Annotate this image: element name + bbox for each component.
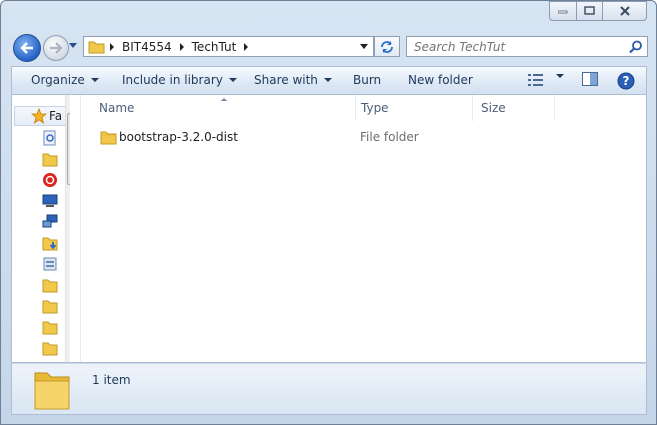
close-icon [619,5,630,16]
share-with-label: Share with [254,73,318,87]
organize-label: Organize [31,73,85,87]
breadcrumb-separator-icon[interactable] [110,42,114,51]
search-icon[interactable] [629,40,643,54]
back-arrow-icon [20,42,33,54]
breadcrumb-separator-icon[interactable] [179,42,184,51]
file-list: Name Type Size bootstrap-3.2.0-dist File… [81,95,646,362]
downloads-folder-icon[interactable] [42,235,58,251]
desktop-icon[interactable] [42,193,58,209]
favorites-item[interactable]: Fa [14,106,70,126]
chevron-down-icon [323,78,332,82]
details-pane: 1 item [11,363,647,415]
search-input[interactable] [407,37,624,56]
new-folder-label: New folder [408,73,473,87]
chevron-down-icon [90,78,99,82]
breadcrumb-bit4554[interactable]: BIT4554 [118,40,176,54]
details-view-icon [528,74,543,86]
minimize-icon [558,10,568,14]
column-size-label: Size [481,101,506,115]
maximize-button[interactable] [576,1,603,21]
refresh-button[interactable] [374,36,400,57]
breadcrumb-separator-icon[interactable] [244,42,249,51]
folder-icon [88,41,105,53]
forward-arrow-icon [50,42,63,54]
folder-large-icon [34,372,70,410]
command-bar: Organize Include in library Share with B… [11,66,647,95]
explorer-content: Fa Name Type Size bootstrap-3.2.0-dist F… [11,95,647,363]
folder-icon[interactable] [42,361,58,362]
navigation-pane: Fa [12,95,70,362]
help-icon: ? [617,72,635,90]
include-in-library-menu[interactable]: Include in library [122,73,237,87]
column-type-label: Type [361,101,389,115]
file-type: File folder [360,130,419,144]
folder-icon[interactable] [42,340,58,356]
file-row[interactable]: bootstrap-3.2.0-dist File folder [89,127,629,148]
folder-icon[interactable] [42,298,58,314]
forward-button[interactable] [43,35,69,61]
breadcrumb-techtut[interactable]: TechTut [188,40,241,54]
folder-icon[interactable] [42,319,58,335]
folder-icon[interactable] [42,277,58,293]
folder-icon [100,131,117,145]
back-button[interactable] [13,34,41,62]
address-dropdown-icon[interactable] [360,44,368,49]
refresh-icon [381,40,393,53]
close-button[interactable] [602,1,647,21]
star-icon [31,108,47,124]
preview-pane-icon [582,72,598,86]
creative-cloud-icon[interactable] [42,172,58,188]
sort-ascending-icon [221,98,227,101]
view-options-dropdown[interactable] [550,74,564,78]
column-header-type[interactable]: Type [353,95,473,121]
column-name-label: Name [99,101,135,115]
organize-menu[interactable]: Organize [31,73,99,87]
burn-label: Burn [353,73,382,87]
minimize-button[interactable] [549,1,577,21]
new-folder-button[interactable]: New folder [408,73,473,87]
share-with-menu[interactable]: Share with [254,73,332,87]
chevron-down-icon [556,74,564,78]
maximize-icon [583,6,595,15]
recent-places-icon[interactable] [42,256,58,272]
burn-button[interactable]: Burn [353,73,381,87]
svg-text:?: ? [623,74,630,88]
include-in-library-label: Include in library [122,73,223,87]
preview-pane-button[interactable] [582,72,599,87]
item-count: 1 item [92,373,131,387]
explorer-window: BIT4554 TechTut Organize Include in libr… [0,0,657,425]
recent-pages-chevron-icon[interactable] [69,43,78,49]
network-computer-icon[interactable] [42,214,58,230]
help-button[interactable]: ? [617,72,635,90]
address-bar[interactable]: BIT4554 TechTut [83,36,374,57]
folder-icon[interactable] [42,151,58,167]
chevron-down-icon [228,78,237,82]
document-link-icon[interactable] [42,130,58,146]
change-view-button[interactable] [528,74,544,86]
scroll-thumb[interactable] [67,113,70,185]
file-name: bootstrap-3.2.0-dist [119,130,238,144]
column-header-size[interactable]: Size [473,95,555,121]
favorites-label: Fa [49,109,63,123]
search-box[interactable] [406,36,648,57]
navigation-pane-scrollbar[interactable] [65,95,70,362]
